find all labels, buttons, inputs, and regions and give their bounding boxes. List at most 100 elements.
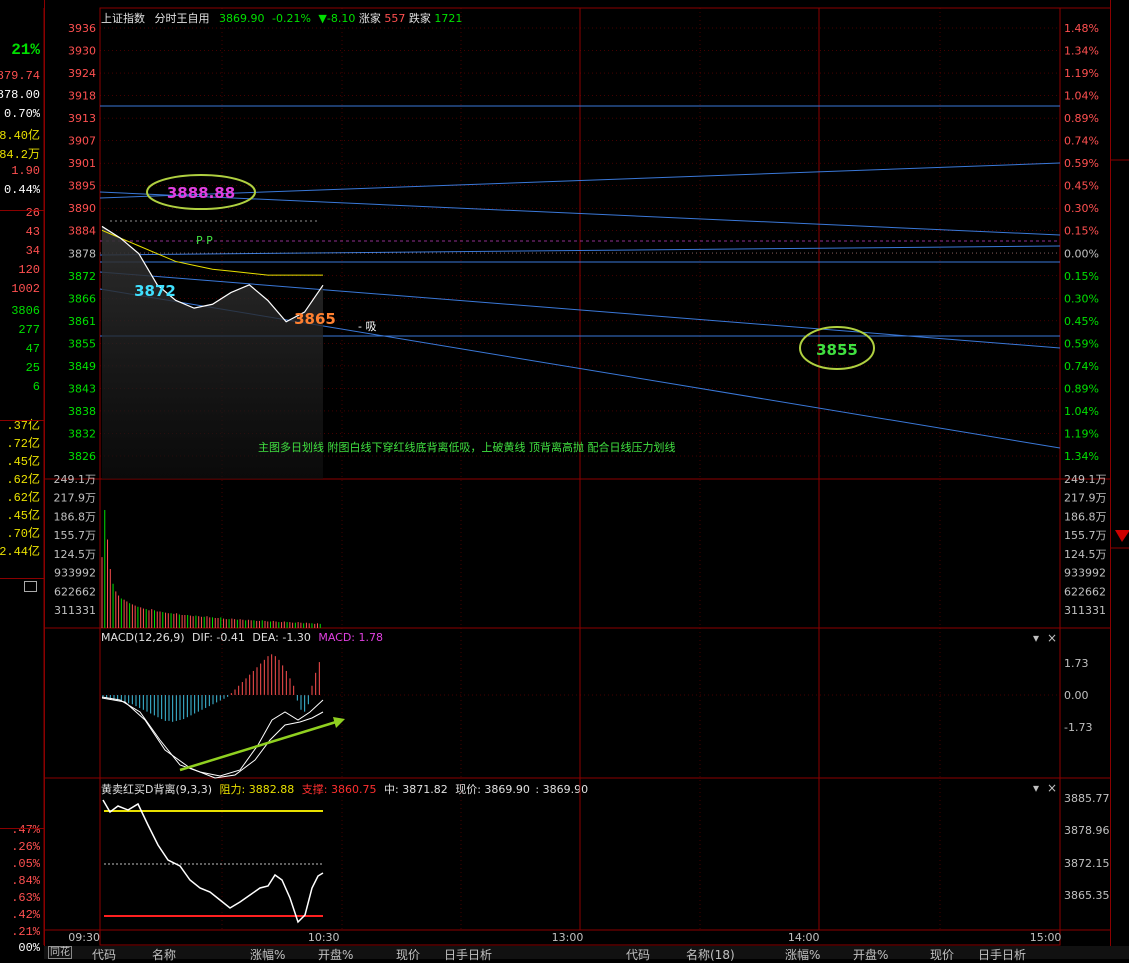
volume-tick-label: 622662 (54, 585, 96, 598)
price-tick-label: 3936 (68, 22, 96, 35)
price-tick-label: 3826 (68, 450, 96, 463)
divergence-axis: 3885.77 3878.96 3872.15 3865.35 (1064, 792, 1110, 902)
bottom-bar-label[interactable]: 同花 (48, 946, 72, 959)
percent-tick-label: 0.15% (1064, 225, 1099, 238)
price-tick-label: 3855 (68, 337, 96, 350)
percent-tick-label: 0.89% (1064, 382, 1099, 395)
percent-tick-label: 0.00% (1064, 247, 1099, 260)
bottom-bar-label[interactable]: 日手日析 (978, 946, 1026, 963)
price-tick-label: 3849 (68, 360, 96, 373)
percent-tick-label: 1.34% (1064, 45, 1099, 58)
bottom-bar-label[interactable]: 名称 (152, 946, 176, 963)
right-strip (1110, 0, 1129, 959)
divergence-tick-label: 3865.35 (1064, 889, 1110, 902)
macd-axis: 1.73 0.00 -1.73 (100, 657, 1092, 734)
percent-tick-label: 0.30% (1064, 202, 1099, 215)
low-label: 3872 (134, 282, 176, 300)
percent-tick-label: 0.59% (1064, 157, 1099, 170)
bottom-bar-label[interactable]: 代码 (626, 946, 650, 963)
divergence-series (102, 799, 324, 924)
bottom-bar-label[interactable]: 开盘% (318, 946, 353, 963)
bottom-bar-label[interactable]: 涨幅% (785, 946, 820, 963)
price-tick-label: 3895 (68, 180, 96, 193)
percent-tick-label: 1.04% (1064, 90, 1099, 103)
volume-tick-label: 311331 (1064, 604, 1106, 617)
time-tick-label: 09:30 (68, 931, 100, 944)
percent-tick-label: 1.19% (1064, 67, 1099, 80)
pp-marker: P P (196, 234, 213, 247)
volume-tick-label: 622662 (1064, 585, 1106, 598)
price-tick-label: 3924 (68, 67, 96, 80)
price-tick-label: 3832 (68, 427, 96, 440)
volume-tick-label: 249.1万 (1064, 473, 1107, 486)
volume-tick-label: 124.5万 (54, 548, 97, 561)
close-icon[interactable]: × (1047, 631, 1057, 645)
percent-tick-label: 1.48% (1064, 22, 1099, 35)
time-tick-label: 15:00 (1030, 931, 1062, 944)
annotation-value: 3888.88 (167, 184, 235, 202)
strategy-note: 主图多日划线 附图白线下穿红线底背离低吸，上破黄线 顶背离高抛 配合日线压力划线 (258, 440, 676, 454)
chart-canvas[interactable]: 3936 3930 3924 3918 3913 3907 3901 3895 3890 3884… (0, 0, 1129, 959)
time-tick-label: 10:30 (308, 931, 340, 944)
divergence-line (102, 799, 324, 924)
bottom-bar-label[interactable]: 名称(18) (686, 946, 735, 963)
percent-tick-label: 0.15% (1064, 270, 1099, 283)
time-tick-label: 14:00 (788, 931, 820, 944)
bottom-bar-label[interactable]: 涨幅% (250, 946, 285, 963)
macd-tick-label: 1.73 (1064, 657, 1089, 670)
price-tick-label: 3913 (68, 112, 96, 125)
divergence-tick-label: 3885.77 (1064, 792, 1110, 805)
annotation-value: 3855 (816, 341, 858, 359)
volume-tick-label: 311331 (54, 604, 96, 617)
volume-tick-label: 124.5万 (1064, 548, 1107, 561)
bottom-quote-bar: 同花 代码 名称 涨幅% 开盘% 现价 日手日析 代码 名称(18) 涨幅% 开盘% 现价 日手日析 (44, 946, 1129, 962)
price-tick-label: 3838 (68, 405, 96, 418)
time-axis: 09:30 10:30 13:00 14:00 15:00 (68, 931, 1061, 944)
percent-tick-label: 0.74% (1064, 135, 1099, 148)
volume-tick-label: 155.7万 (54, 529, 97, 542)
price-tick-label: 3884 (68, 225, 96, 238)
percent-tick-label: 0.45% (1064, 180, 1099, 193)
bottom-bar-label[interactable]: 现价 (930, 946, 954, 963)
percent-axis: 1.48% 1.34% 1.19% 1.04% 0.89% 0.74% 0.59% 0.45%… (1064, 22, 1099, 463)
volume-tick-label: 933992 (54, 567, 96, 580)
macd-series (101, 654, 345, 779)
volume-tick-label: 933992 (1064, 567, 1106, 580)
volume-tick-label: 217.9万 (1064, 492, 1107, 505)
right-strip-markers (1111, 159, 1129, 549)
price-tick-label: 3872 (68, 270, 96, 283)
price-tick-label: 3843 (68, 382, 96, 395)
price-tick-label: 3901 (68, 157, 96, 170)
price-tick-label: 3890 (68, 202, 96, 215)
volume-tick-label: 155.7万 (1064, 529, 1107, 542)
current-label: 3865 (294, 310, 336, 328)
panel-controls: ▾ × ▾ × (1033, 631, 1057, 795)
percent-tick-label: 1.04% (1064, 405, 1099, 418)
macd-tick-label: 0.00 (1064, 689, 1089, 702)
price-tick-label: 3878 (68, 247, 96, 260)
bottom-bar-label[interactable]: 现价 (396, 946, 420, 963)
price-tick-label: 3861 (68, 315, 96, 328)
bottom-bar-label[interactable]: 代码 (92, 946, 116, 963)
dropdown-icon[interactable]: ▾ (1033, 781, 1039, 795)
volume-tick-label: 186.8万 (1064, 510, 1107, 523)
price-tick-label: 3930 (68, 45, 96, 58)
percent-tick-label: 1.34% (1064, 450, 1099, 463)
buy-marker: - 吸 (358, 320, 376, 333)
divergence-tick-label: 3872.15 (1064, 857, 1110, 870)
time-tick-label: 13:00 (552, 931, 584, 944)
divergence-tick-label: 3878.96 (1064, 824, 1110, 837)
bottom-bar-label[interactable]: 日手日析 (444, 946, 492, 963)
dropdown-icon[interactable]: ▾ (1033, 631, 1039, 645)
volume-tick-label: 217.9万 (54, 492, 97, 505)
price-tick-label: 3866 (68, 292, 96, 305)
price-tick-label: 3918 (68, 90, 96, 103)
percent-tick-label: 0.89% (1064, 112, 1099, 125)
percent-tick-label: 0.59% (1064, 337, 1099, 350)
macd-tick-label: -1.73 (1064, 721, 1092, 734)
percent-tick-label: 1.19% (1064, 427, 1099, 440)
volume-series (101, 509, 321, 628)
dea-line (101, 697, 324, 779)
bottom-bar-label[interactable]: 开盘% (853, 946, 888, 963)
close-icon[interactable]: × (1047, 781, 1057, 795)
